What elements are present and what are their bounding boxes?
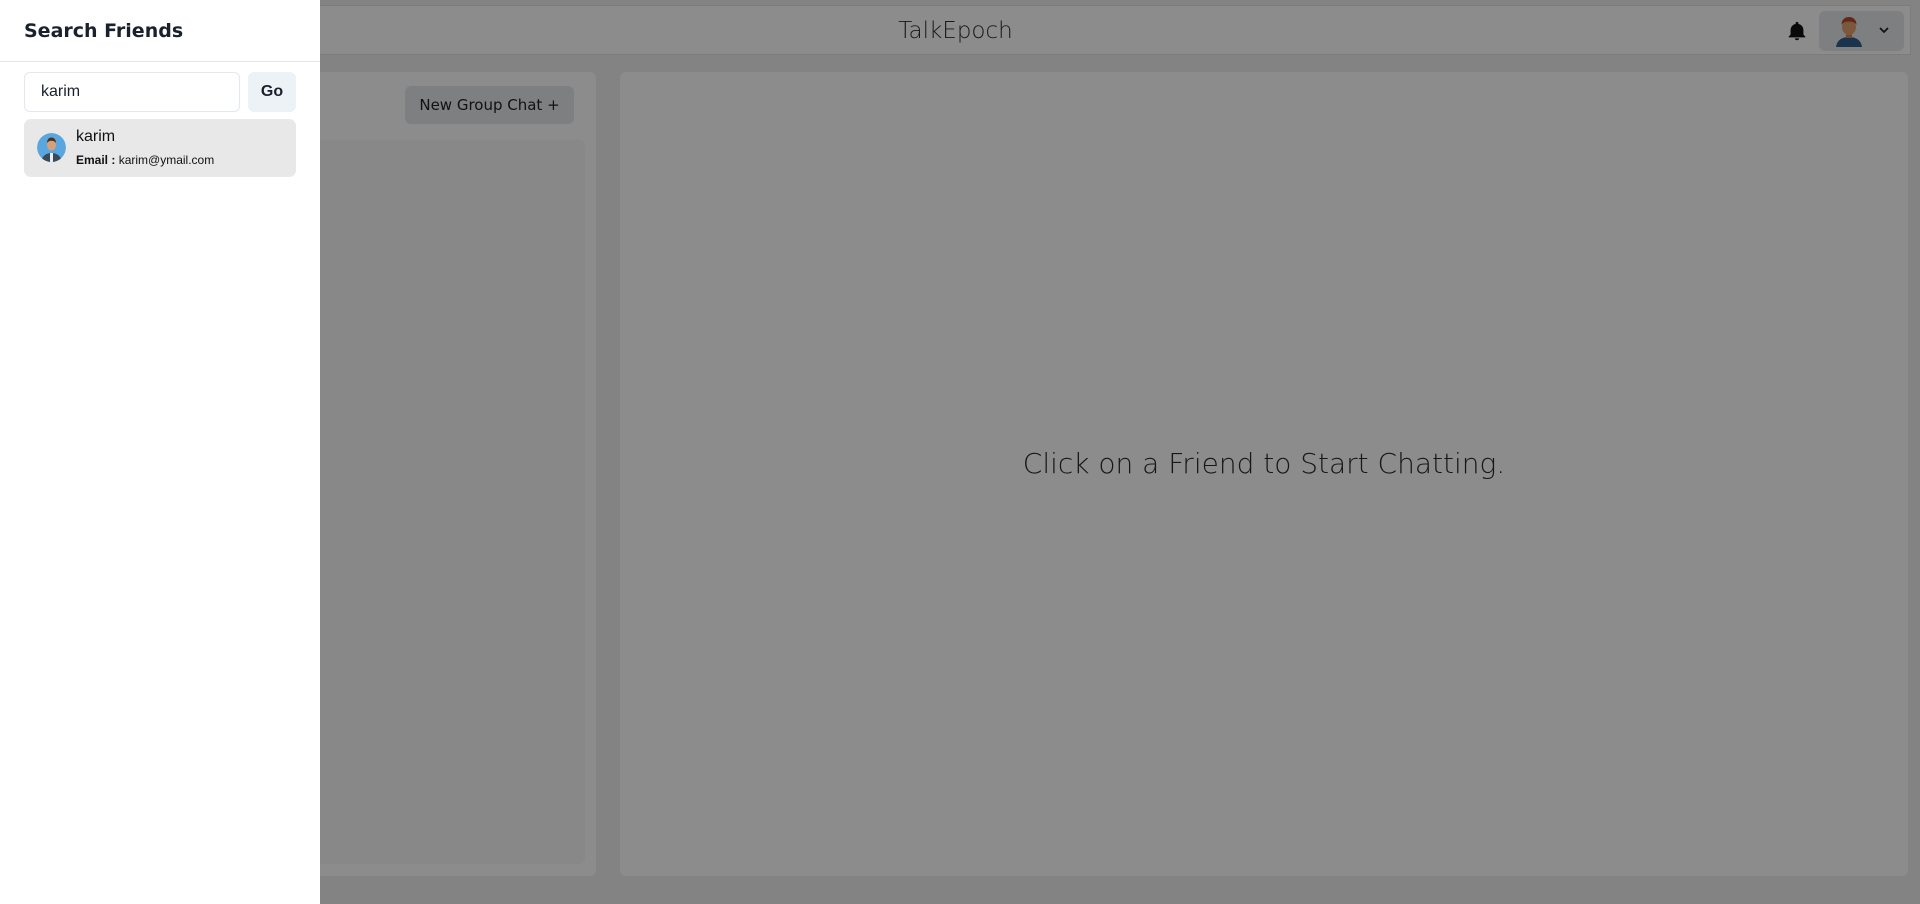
go-button[interactable]: Go: [248, 72, 296, 112]
email-label: Email :: [76, 153, 116, 167]
search-input[interactable]: [24, 72, 240, 112]
search-result-item[interactable]: karim Email : karim@ymail.com: [24, 119, 296, 177]
friend-name: karim: [76, 128, 116, 145]
friend-email: Email : karim@ymail.com: [76, 153, 214, 167]
search-row: Go: [24, 72, 296, 112]
drawer-title: Search Friends: [24, 20, 184, 42]
drawer-header: Search Friends: [0, 0, 320, 62]
email-value: karim@ymail.com: [118, 153, 215, 167]
search-friends-drawer: Search Friends Go karim Email : karim@ym…: [0, 0, 320, 904]
friend-avatar: [37, 133, 66, 162]
